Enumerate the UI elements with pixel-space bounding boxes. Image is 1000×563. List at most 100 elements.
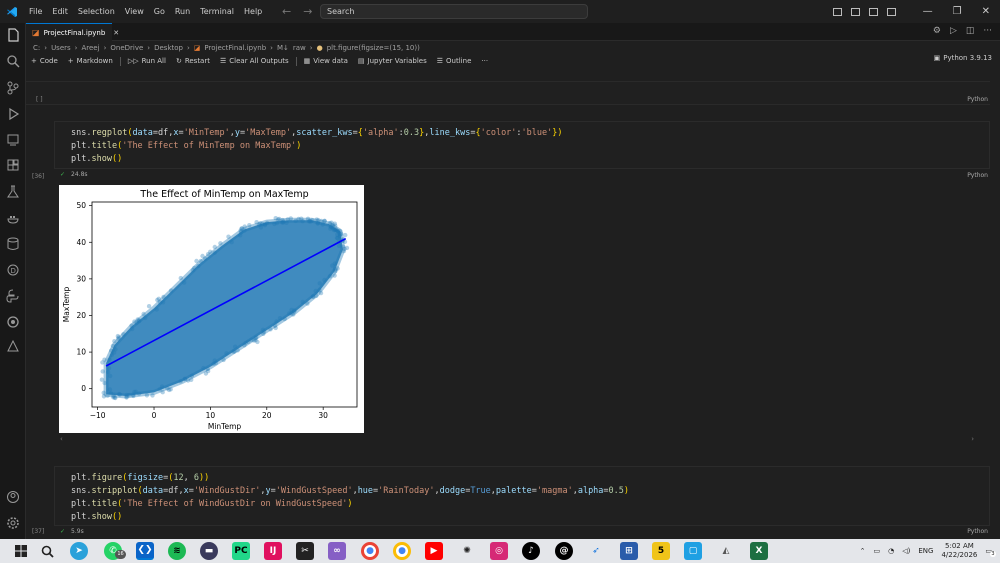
volume-icon[interactable]: ◁) (902, 547, 910, 555)
run-debug-icon[interactable] (6, 107, 20, 121)
code-line: plt.show() (71, 154, 123, 164)
breadcrumb-section[interactable]: raw (293, 44, 306, 52)
empty-cell[interactable] (26, 81, 990, 105)
toolbar-more-button[interactable]: ··· (476, 57, 493, 65)
breadcrumb-drive[interactable]: C: (33, 44, 40, 52)
add-code-button[interactable]: + Code (26, 57, 63, 65)
intellij-icon[interactable]: IJ (264, 542, 282, 560)
sidebar-toggle-icon[interactable] (850, 7, 860, 16)
chrome-icon[interactable]: ● (361, 542, 379, 560)
menu-run[interactable]: Run (170, 0, 195, 23)
breadcrumb-cell[interactable]: plt.figure(figsize=(15, 10)) (327, 44, 420, 52)
menu-view[interactable]: View (120, 0, 149, 23)
restart-button[interactable]: ↻ Restart (171, 57, 215, 65)
tab-title: ProjectFinal.ipynb (43, 28, 106, 37)
threads-icon[interactable]: @ (555, 542, 573, 560)
jupyter-icon[interactable]: D (6, 263, 20, 277)
menu-help[interactable]: Help (239, 0, 267, 23)
youtube-icon[interactable]: ▶ (425, 542, 443, 560)
docker-icon[interactable] (6, 211, 20, 225)
menu-edit[interactable]: Edit (47, 0, 73, 23)
add-markdown-button[interactable]: + Markdown (63, 57, 118, 65)
settings-gear-icon[interactable] (6, 516, 20, 530)
breadcrumb-user[interactable]: Areej (81, 44, 99, 52)
wifi-icon[interactable]: ◔ (888, 547, 894, 555)
spotify-icon[interactable]: ≋ (168, 542, 186, 560)
python-icon[interactable] (6, 289, 20, 303)
explorer-icon[interactable] (6, 28, 20, 42)
battery-icon[interactable]: ▭ (874, 547, 881, 555)
vscode-taskbar-icon[interactable]: ❮❯ (136, 542, 154, 560)
pycharm-icon[interactable]: PC (232, 542, 250, 560)
app-generic-icon[interactable]: ◭ (717, 542, 735, 560)
outline-button[interactable]: ☰ Outline (432, 57, 477, 65)
app-five-icon[interactable]: 5 (652, 542, 670, 560)
menu-go[interactable]: Go (149, 0, 170, 23)
scroll-right-icon[interactable]: › (971, 435, 974, 443)
tray-chevron-icon[interactable]: ⌃ (860, 547, 866, 555)
menu-terminal[interactable]: Terminal (195, 0, 239, 23)
database-icon[interactable] (6, 237, 20, 251)
forward-arrow-icon[interactable]: → (303, 5, 312, 18)
app-window-icon[interactable]: ▢ (684, 542, 702, 560)
tiktok-icon[interactable]: ♪ (522, 542, 540, 560)
minimize-icon[interactable]: — (923, 6, 933, 17)
windows-start-icon[interactable] (12, 542, 30, 560)
scroll-left-icon[interactable]: ‹ (60, 435, 63, 443)
search-icon[interactable] (38, 542, 56, 560)
testing-icon[interactable] (6, 185, 20, 199)
more-actions-icon[interactable]: ··· (983, 26, 992, 36)
menu-file[interactable]: File (24, 0, 47, 23)
breadcrumb-users[interactable]: Users (51, 44, 71, 52)
chrome-profile-icon[interactable]: ● (393, 542, 411, 560)
split-editor-icon[interactable]: ◫ (966, 26, 975, 36)
back-arrow-icon[interactable]: ← (282, 5, 291, 18)
code-cell[interactable]: sns.regplot(data=df,x='MinTemp',y='MaxTe… (54, 121, 990, 169)
instagram-icon[interactable]: ◎ (490, 542, 508, 560)
jupyter-variables-button[interactable]: ▤ Jupyter Variables (353, 57, 432, 65)
search-icon[interactable] (6, 54, 20, 68)
breadcrumb-onedrive[interactable]: OneDrive (110, 44, 143, 52)
notification-icon[interactable]: ▭ 3 (985, 547, 996, 557)
excel-icon[interactable]: X (750, 542, 768, 560)
code-editor[interactable]: sns.regplot(data=df,x='MinTemp',y='MaxTe… (55, 122, 989, 166)
app-store-icon[interactable]: ⊞ (620, 542, 638, 560)
app-icon[interactable]: ▬ (200, 542, 218, 560)
view-data-button[interactable]: ▦ View data (299, 57, 353, 65)
breadcrumb-desktop[interactable]: Desktop (154, 44, 183, 52)
azure-icon[interactable] (6, 339, 20, 353)
layout-toggle-icon[interactable] (832, 7, 842, 16)
menu-selection[interactable]: Selection (73, 0, 120, 23)
output-scrollbar[interactable]: ‹ › (54, 435, 990, 443)
run-icon[interactable]: ▷ (950, 26, 957, 36)
account-icon[interactable] (6, 490, 20, 504)
clear-outputs-button[interactable]: ☰ Clear All Outputs (215, 57, 294, 65)
arrow-app-icon[interactable]: ➶ (587, 542, 605, 560)
maximize-icon[interactable]: ❐ (953, 6, 962, 17)
close-icon[interactable]: ✕ (982, 6, 990, 17)
gear-icon[interactable]: ⚙ (933, 26, 941, 36)
code-cell[interactable]: plt.figure(figsize=(12, 6)) sns.stripplo… (54, 466, 990, 526)
source-control-icon[interactable] (6, 81, 20, 95)
run-all-button[interactable]: ▷▷ Run All (123, 57, 171, 65)
extensions-icon[interactable] (6, 159, 20, 173)
clock[interactable]: 5:02 AM 4/22/2026 (941, 542, 977, 560)
tab-projectfinal[interactable]: ◪ ProjectFinal.ipynb ✕ (26, 23, 119, 41)
command-search-box[interactable]: Search (320, 4, 588, 19)
remote-explorer-icon[interactable] (6, 133, 20, 147)
telegram-icon[interactable]: ➤ (70, 542, 88, 560)
copilot-icon[interactable] (6, 315, 20, 329)
cell-language[interactable]: Python (967, 528, 988, 535)
chatgpt-icon[interactable]: ✺ (458, 542, 476, 560)
kernel-picker[interactable]: ▣ Python 3.9.13 (934, 54, 992, 62)
code-editor[interactable]: plt.figure(figsize=(12, 6)) sns.stripplo… (55, 467, 989, 524)
capcut-icon[interactable]: ✂ (296, 542, 314, 560)
breadcrumb-file[interactable]: ProjectFinal.ipynb (204, 44, 266, 52)
secondary-sidebar-icon[interactable] (886, 7, 896, 16)
cell-language[interactable]: Python (967, 172, 988, 179)
visual-studio-icon[interactable]: ∞ (328, 542, 346, 560)
panel-toggle-icon[interactable] (868, 7, 878, 16)
empty-cell-language[interactable]: Python (967, 96, 988, 103)
language-indicator[interactable]: ENG (918, 547, 933, 555)
tab-close-icon[interactable]: ✕ (113, 29, 119, 37)
